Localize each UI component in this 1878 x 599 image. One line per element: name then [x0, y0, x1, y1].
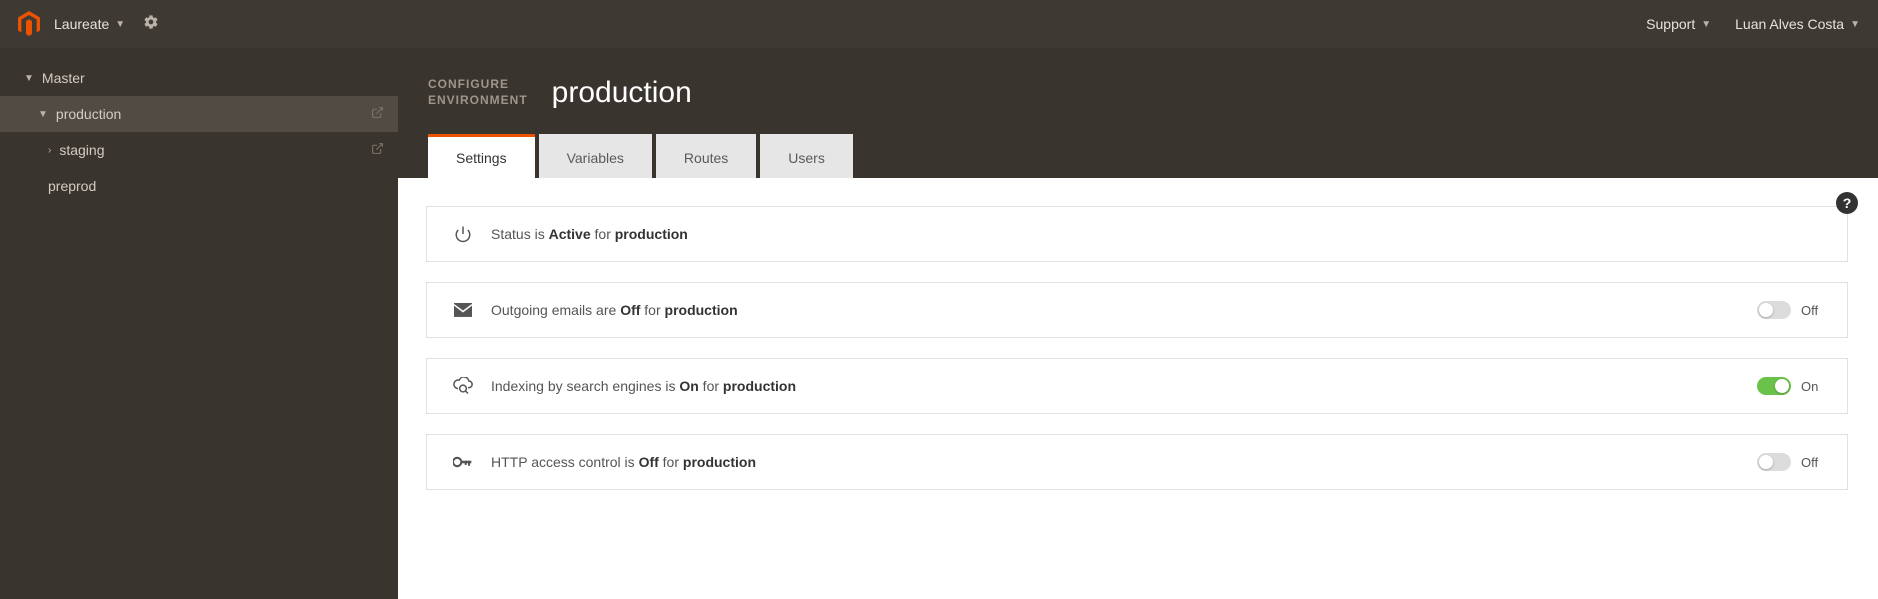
magento-logo-icon[interactable] [18, 11, 40, 37]
http-text: HTTP access control is Off for productio… [491, 454, 1757, 470]
sidebar-item-label: production [56, 106, 121, 122]
external-link-icon[interactable] [371, 142, 384, 158]
topbar: Laureate ▼ Support ▼ Luan Alves Costa ▼ [0, 0, 1878, 48]
http-panel: HTTP access control is Off for productio… [426, 434, 1848, 490]
gear-icon[interactable] [143, 14, 159, 34]
main-content: CONFIGURE ENVIRONMENT production Setting… [398, 48, 1878, 599]
emails-panel: Outgoing emails are Off for production O… [426, 282, 1848, 338]
main-header: CONFIGURE ENVIRONMENT production Setting… [398, 48, 1878, 178]
power-icon [449, 225, 477, 243]
user-name: Luan Alves Costa [1735, 16, 1844, 32]
status-text: Status is Active for production [491, 226, 1825, 242]
caret-down-icon: ▼ [115, 19, 125, 30]
project-name: Laureate [54, 16, 109, 32]
indexing-toggle-label: On [1801, 379, 1825, 394]
help-icon[interactable]: ? [1836, 192, 1858, 214]
caret-down-icon: ▼ [1850, 19, 1860, 30]
project-selector[interactable]: Laureate ▼ [54, 16, 125, 32]
sidebar-item-master[interactable]: ▼ Master [0, 60, 398, 96]
emails-text: Outgoing emails are Off for production [491, 302, 1757, 318]
tab-routes[interactable]: Routes [656, 134, 756, 178]
external-link-icon[interactable] [371, 106, 384, 122]
emails-toggle[interactable] [1757, 301, 1791, 319]
chevron-down-icon: ▼ [24, 73, 34, 84]
http-toggle[interactable] [1757, 453, 1791, 471]
support-menu[interactable]: Support ▼ [1646, 16, 1711, 32]
sidebar-item-label: Master [42, 70, 85, 86]
indexing-text: Indexing by search engines is On for pro… [491, 378, 1757, 394]
indexing-panel: Indexing by search engines is On for pro… [426, 358, 1848, 414]
tabs: Settings Variables Routes Users [428, 134, 1878, 178]
tab-settings[interactable]: Settings [428, 134, 535, 178]
sidebar-item-production[interactable]: ▼ production [0, 96, 398, 132]
sidebar-item-staging[interactable]: › staging [0, 132, 398, 168]
environment-sidebar: ▼ Master ▼ production › staging preprod [0, 48, 398, 599]
tab-users[interactable]: Users [760, 134, 853, 178]
mail-icon [449, 303, 477, 317]
chevron-down-icon: ▼ [38, 109, 48, 120]
indexing-toggle[interactable] [1757, 377, 1791, 395]
http-toggle-label: Off [1801, 455, 1825, 470]
support-label: Support [1646, 16, 1695, 32]
status-panel: Status is Active for production [426, 206, 1848, 262]
sidebar-item-preprod[interactable]: preprod [0, 168, 398, 204]
cloud-search-icon [449, 377, 477, 395]
sidebar-item-label: staging [59, 142, 104, 158]
chevron-right-icon: › [48, 145, 51, 156]
sidebar-item-label: preprod [48, 178, 96, 194]
user-menu[interactable]: Luan Alves Costa ▼ [1735, 16, 1860, 32]
key-icon [449, 455, 477, 469]
tab-variables[interactable]: Variables [539, 134, 652, 178]
emails-toggle-label: Off [1801, 303, 1825, 318]
pretitle: CONFIGURE ENVIRONMENT [428, 77, 528, 108]
page-title: production [552, 76, 692, 110]
caret-down-icon: ▼ [1701, 19, 1711, 30]
settings-content: ? Status is Active for production Outgoi… [398, 178, 1878, 599]
